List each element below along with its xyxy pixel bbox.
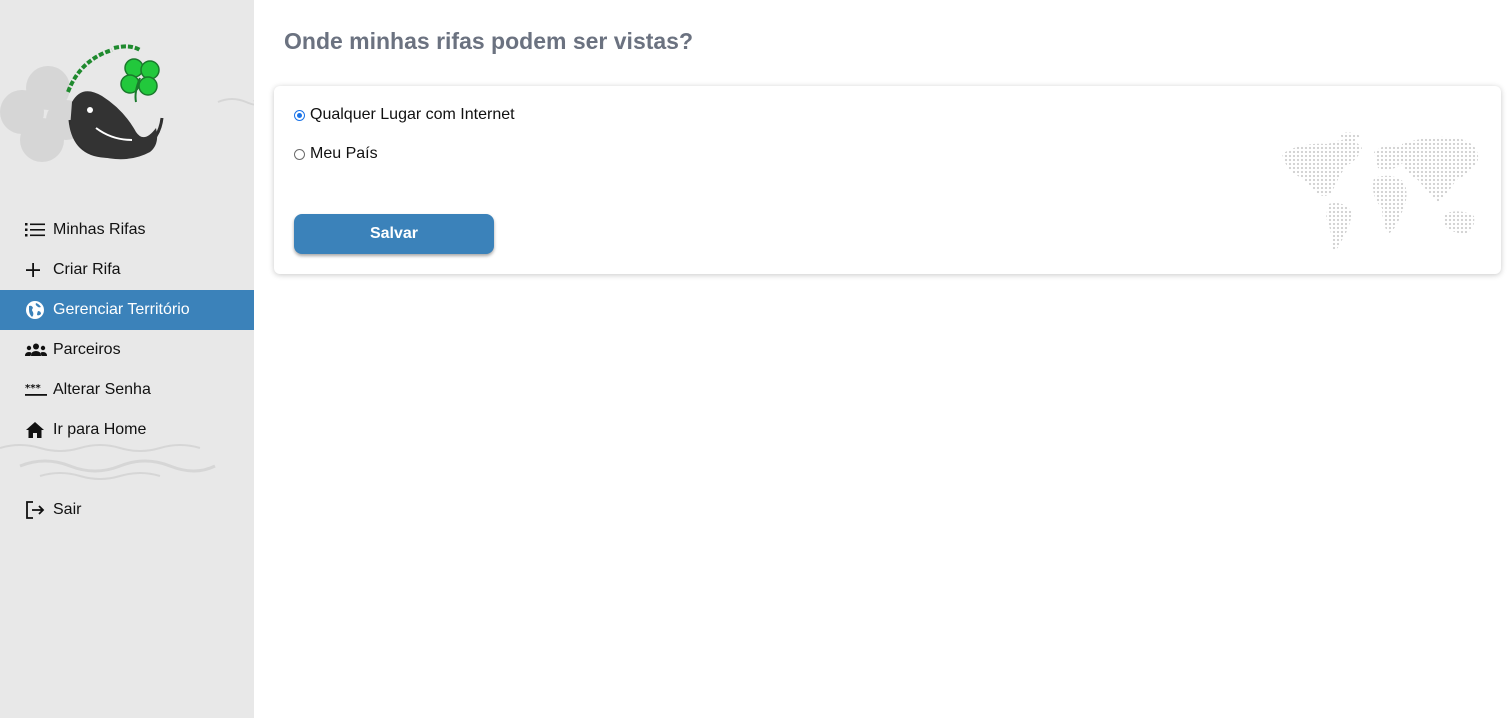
sidebar-item-label: Minhas Rifas [53,221,146,238]
logout-button[interactable]: Sair [0,490,254,530]
sidebar-item-parceiros[interactable]: Parceiros [0,330,254,370]
main-content: Onde minhas rifas podem ser vistas? Qual… [254,0,1511,718]
sidebar-item-alterar-senha[interactable]: *** Alterar Senha [0,370,254,410]
sidebar-item-label: Criar Rifa [53,261,121,278]
password-icon: *** [25,379,47,401]
sidebar: Minhas Rifas Criar Rifa Gerenciar Territ… [0,0,254,718]
sidebar-nav: Minhas Rifas Criar Rifa Gerenciar Territ… [0,210,254,450]
save-button[interactable]: Salvar [294,214,494,254]
plus-icon [25,259,47,281]
sidebar-item-label: Alterar Senha [53,381,151,398]
group-icon [25,339,47,361]
radio-anywhere-internet[interactable] [294,109,305,121]
sidebar-item-label: Parceiros [53,341,121,358]
home-icon [25,419,47,441]
sidebar-item-minhas-rifas[interactable]: Minhas Rifas [0,210,254,250]
sidebar-item-label: Ir para Home [53,421,147,438]
globe-icon [25,299,47,321]
lucky-whale-logo [0,44,254,162]
sidebar-item-criar-rifa[interactable]: Criar Rifa [0,250,254,290]
radio-my-country[interactable] [294,148,305,160]
option-label: Meu País [310,145,378,162]
list-icon [25,219,47,241]
territory-card: Qualquer Lugar com Internet Meu País Sal… [274,86,1501,274]
logout-label: Sair [53,501,82,518]
sidebar-item-gerenciar-territorio[interactable]: Gerenciar Território [0,290,254,330]
page-title: Onde minhas rifas podem ser vistas? [284,28,694,54]
option-my-country[interactable]: Meu País [294,145,378,163]
waves-decoration [0,444,216,480]
option-label: Qualquer Lugar com Internet [310,106,515,123]
world-map-icon [1282,132,1479,250]
svg-text:***: *** [25,383,41,394]
logout-icon [25,499,47,521]
option-anywhere-internet[interactable]: Qualquer Lugar com Internet [294,106,515,124]
sidebar-item-label: Gerenciar Território [53,301,190,318]
